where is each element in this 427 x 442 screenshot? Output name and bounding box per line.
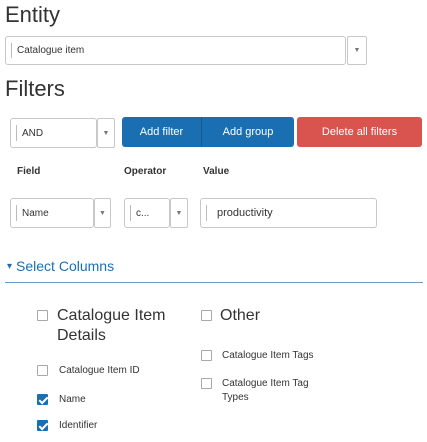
add-filter-button[interactable]: Add filter (122, 117, 201, 147)
filter-field-select[interactable]: Name (10, 198, 94, 228)
group-other-checkbox[interactable] (201, 310, 212, 321)
column-checkbox-catalogue-item-tags[interactable] (201, 350, 212, 361)
entity-dropdown-button[interactable]: ▼ (347, 36, 367, 65)
chevron-down-icon: ▼ (99, 209, 106, 217)
filters-heading: Filters (5, 76, 65, 101)
column-label-catalogue-item-tag-types: Catalogue Item Tag Types (222, 378, 309, 403)
group-other-title: Other (220, 307, 261, 324)
filter-value-input[interactable]: productivity (200, 198, 377, 228)
column-checkbox-catalogue-item-id[interactable] (37, 365, 48, 376)
chevron-down-icon: ▼ (175, 209, 183, 217)
chevron-down-icon: ▼ (353, 47, 361, 54)
column-label-identifier: Identifier (59, 420, 98, 431)
group-catalogue-item-details-checkbox[interactable] (37, 310, 48, 321)
column-label-catalogue-item-id: Catalogue Item ID (59, 365, 140, 376)
filter-operator-select[interactable]: c... (124, 198, 170, 228)
filter-logic-select[interactable]: AND (10, 118, 97, 148)
select-columns-toggle[interactable]: ▾ Select Columns (7, 258, 114, 274)
entity-select[interactable]: Catalogue item (5, 36, 346, 65)
entity-select-value: Catalogue item (17, 45, 85, 56)
column-checkbox-name[interactable] (37, 394, 48, 405)
column-checkbox-catalogue-item-tag-types[interactable] (201, 378, 212, 389)
filter-operator-value: c... (136, 207, 150, 219)
column-checkbox-identifier[interactable] (37, 420, 48, 431)
select-columns-label: Select Columns (16, 258, 115, 274)
column-header-value: Value (203, 166, 230, 177)
add-group-button[interactable]: Add group (201, 117, 294, 147)
filter-field-dropdown-button[interactable]: ▼ (94, 198, 111, 228)
chevron-down-icon: ▼ (102, 129, 110, 137)
column-header-operator: Operator (124, 166, 167, 177)
filter-value-text: productivity (217, 207, 273, 219)
column-label-catalogue-item-tags: Catalogue Item Tags (222, 350, 314, 361)
chevron-down-icon: ▾ (7, 260, 13, 272)
section-divider (5, 282, 423, 283)
column-header-field: Field (17, 166, 41, 177)
entity-heading: Entity (5, 2, 61, 27)
delete-all-filters-button[interactable]: Delete all filters (297, 117, 422, 147)
filter-logic-dropdown-button[interactable]: ▼ (97, 118, 115, 148)
filter-operator-dropdown-button[interactable]: ▼ (170, 198, 188, 228)
group-catalogue-item-details-title: Catalogue Item Details (57, 307, 166, 344)
column-label-name: Name (59, 394, 86, 405)
